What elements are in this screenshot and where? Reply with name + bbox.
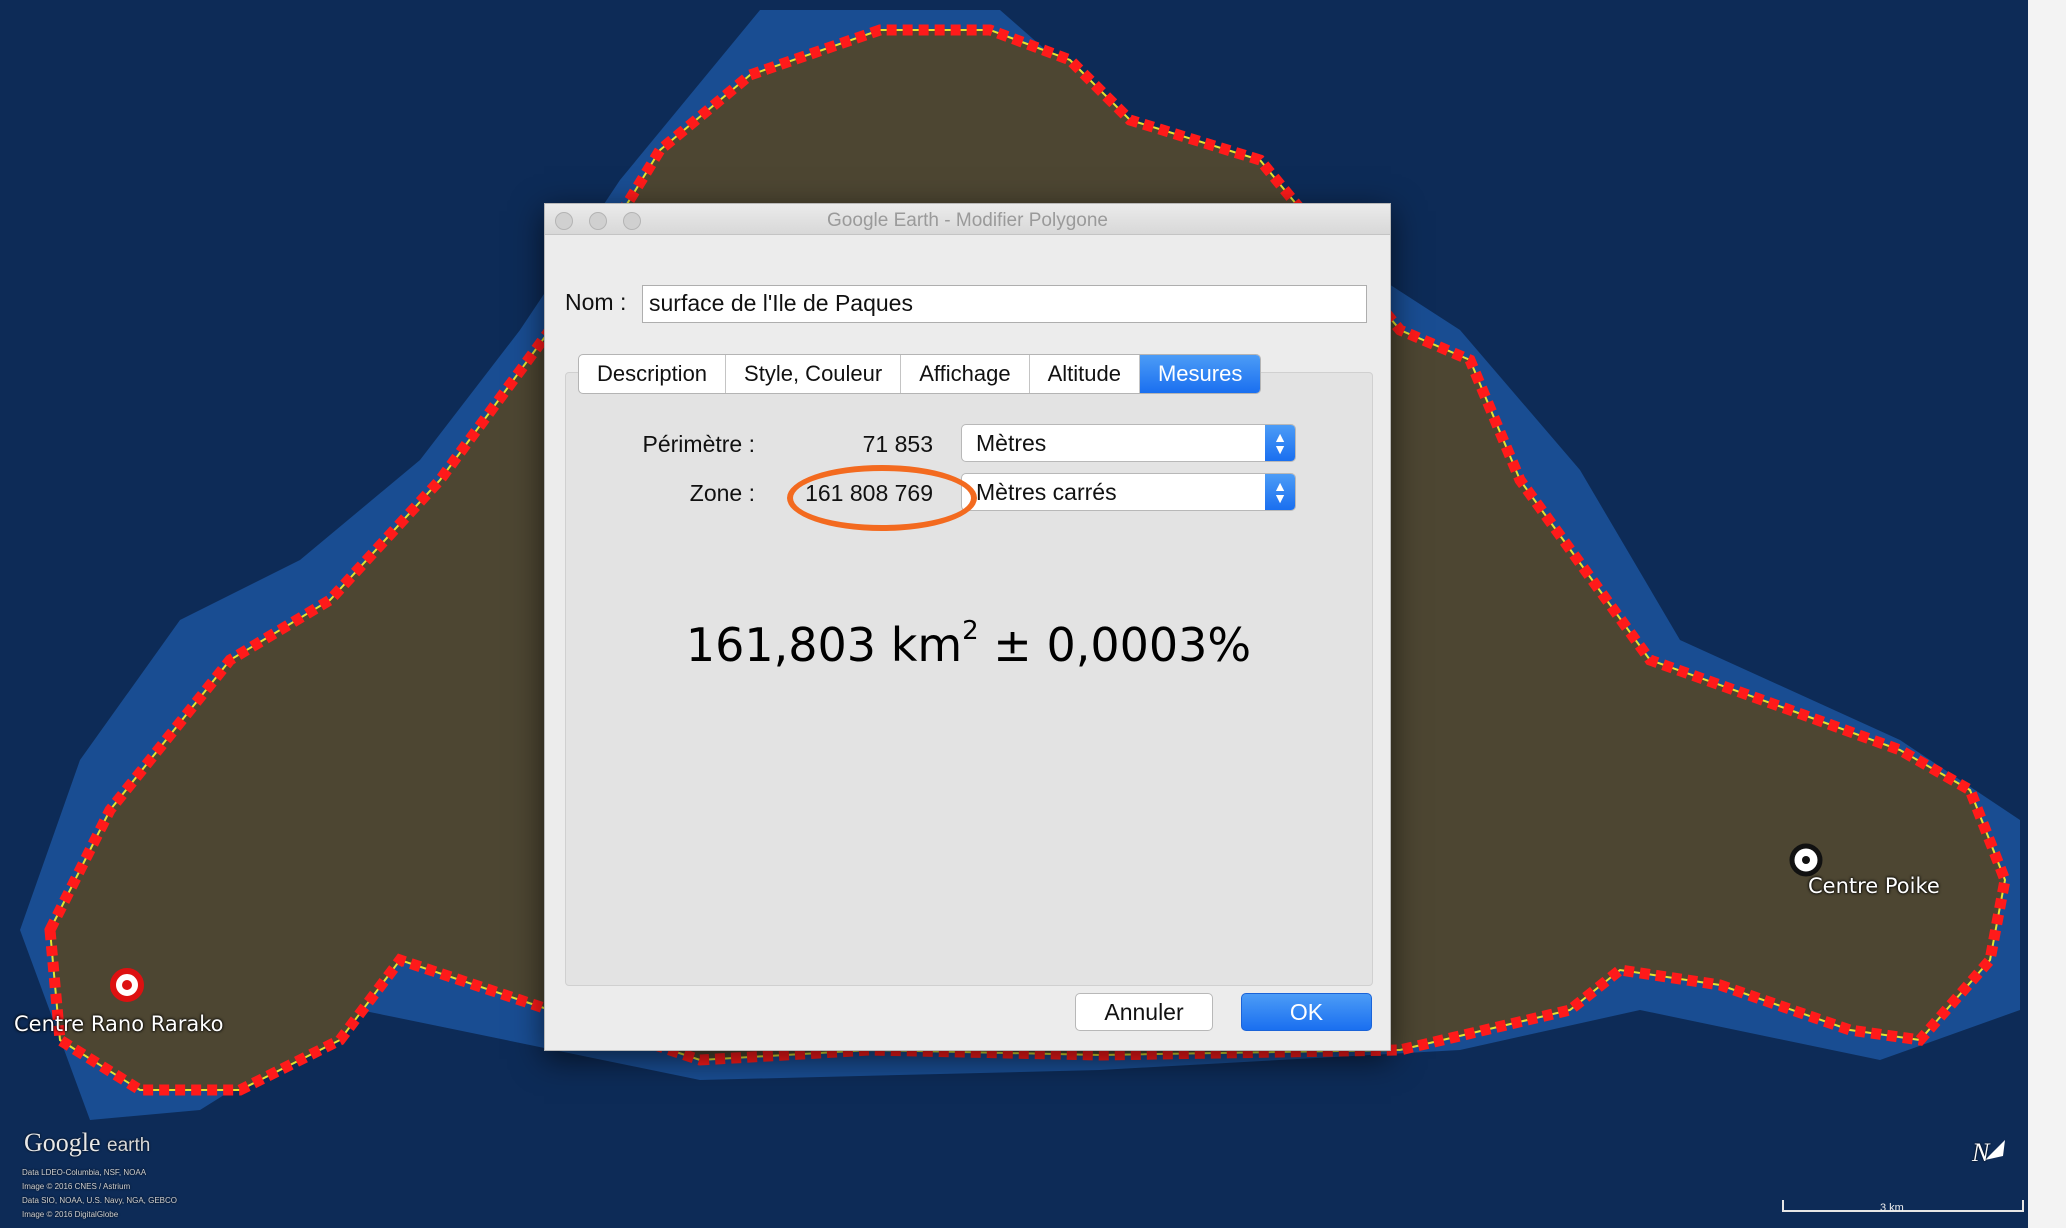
logo-brand: Google	[24, 1128, 101, 1157]
perimeter-value: 71 853	[862, 431, 933, 457]
credit-line: Data SIO, NOAA, U.S. Navy, NGA, GEBCO	[22, 1196, 177, 1205]
name-field[interactable]: surface de l'Ile de Paques	[642, 285, 1367, 323]
name-label: Nom :	[565, 289, 627, 315]
area-annotation: 161,803 km2 ± 0,0003%	[545, 616, 1392, 672]
dialog-title: Google Earth - Modifier Polygone	[827, 210, 1108, 231]
edit-polygon-dialog: Google Earth - Modifier Polygone Nom : s…	[544, 203, 1391, 1051]
zone-unit-value: Mètres carrés	[976, 479, 1117, 505]
chevron-updown-icon[interactable]: ▲ ▼	[1265, 425, 1295, 461]
right-edge-strip	[2028, 0, 2066, 1230]
logo-product: earth	[107, 1135, 151, 1156]
imagery-credits: Data LDEO-Columbia, NSF, NOAA Image © 20…	[22, 1166, 177, 1222]
zone-unit-select[interactable]: Mètres carrés ▲ ▼	[961, 473, 1296, 511]
annotation-main: 161,803 km	[685, 618, 963, 672]
placemark-label-poike: Centre Poike	[1808, 874, 1940, 898]
tab-style-couleur[interactable]: Style, Couleur	[726, 355, 902, 393]
perimeter-unit-value: Mètres	[976, 430, 1047, 456]
credit-line: Image © 2016 CNES / Astrium	[22, 1182, 131, 1191]
cancel-button[interactable]: Annuler	[1075, 993, 1213, 1031]
tab-altitude[interactable]: Altitude	[1030, 355, 1140, 393]
tab-panel	[565, 372, 1373, 986]
credit-line: Data LDEO-Columbia, NSF, NOAA	[22, 1168, 147, 1177]
chevron-updown-icon[interactable]: ▲ ▼	[1265, 474, 1295, 510]
placemark-rano-raraku-icon[interactable]	[110, 968, 144, 1002]
placemark-label-rano-raraku: Centre Rano Rarako	[14, 1012, 224, 1036]
highlight-ellipse	[787, 465, 977, 531]
placemark-poike-icon[interactable]	[1789, 843, 1823, 877]
dialog-titlebar[interactable]: Google Earth - Modifier Polygone	[545, 204, 1390, 235]
tab-bar: Description Style, Couleur Affichage Alt…	[578, 354, 1262, 394]
tab-mesures[interactable]: Mesures	[1139, 355, 1261, 393]
annotation-precision: ± 0,0003%	[978, 618, 1252, 672]
ok-button[interactable]: OK	[1241, 993, 1372, 1031]
north-indicator[interactable]: N	[1972, 1138, 1989, 1168]
credit-line: Image © 2016 DigitalGlobe	[22, 1210, 119, 1219]
tab-description[interactable]: Description	[579, 355, 727, 393]
perimeter-unit-select[interactable]: Mètres ▲ ▼	[961, 424, 1296, 462]
scale-label: 3 km	[1880, 1202, 1904, 1214]
annotation-exponent: 2	[962, 616, 979, 646]
tab-affichage[interactable]: Affichage	[901, 355, 1030, 393]
google-earth-logo: Google earth	[24, 1128, 150, 1158]
